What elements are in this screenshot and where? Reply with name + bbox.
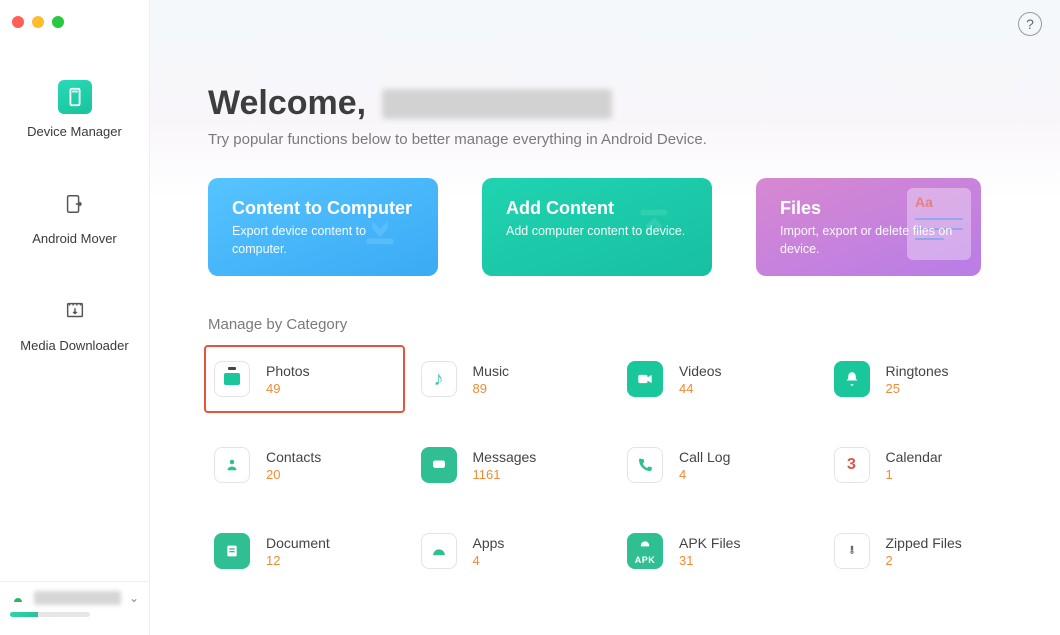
card-desc: Export device content to computer. <box>232 223 420 258</box>
section-title: Manage by Category <box>208 316 1030 333</box>
category-label: Music <box>473 363 510 379</box>
sidebar: Device Manager Android Mover Media Downl… <box>0 0 150 635</box>
device-name <box>34 591 121 605</box>
category-count: 31 <box>679 553 740 568</box>
category-count: 89 <box>473 381 510 396</box>
category-label: Document <box>266 535 330 551</box>
device-owner-name <box>382 89 612 119</box>
help-button[interactable]: ? <box>1018 12 1042 36</box>
messages-icon <box>421 447 457 483</box>
category-label: Call Log <box>679 449 730 465</box>
category-calendar[interactable]: 3 Calendar 1 <box>828 441 1021 489</box>
category-count: 49 <box>266 381 310 396</box>
photos-icon <box>214 361 250 397</box>
phone-icon <box>627 447 663 483</box>
sidebar-item-label: Android Mover <box>32 231 117 246</box>
calendar-icon: 3 <box>834 447 870 483</box>
android-icon <box>10 590 26 606</box>
category-count: 4 <box>679 467 730 482</box>
category-messages[interactable]: Messages 1161 <box>415 441 608 489</box>
sidebar-item-android-mover[interactable]: Android Mover <box>32 187 117 246</box>
category-label: Contacts <box>266 449 321 465</box>
sidebar-item-media-downloader[interactable]: Media Downloader <box>20 294 128 353</box>
bell-icon <box>834 361 870 397</box>
quick-actions: Content to Computer Export device conten… <box>208 178 1030 276</box>
zip-icon <box>834 533 870 569</box>
sidebar-item-label: Media Downloader <box>20 338 128 353</box>
welcome-header: Welcome, Try popular functions below to … <box>208 0 1030 148</box>
category-count: 1 <box>886 467 943 482</box>
document-icon <box>214 533 250 569</box>
music-icon: ♪ <box>421 361 457 397</box>
category-call-log[interactable]: Call Log 4 <box>621 441 814 489</box>
category-label: Ringtones <box>886 363 949 379</box>
minimize-window-button[interactable] <box>32 16 44 28</box>
category-label: APK Files <box>679 535 740 551</box>
category-zipped-files[interactable]: Zipped Files 2 <box>828 527 1021 575</box>
card-files[interactable]: Aa Files Import, export or delete files … <box>756 178 981 276</box>
category-count: 20 <box>266 467 321 482</box>
welcome-subtitle: Try popular functions below to better ma… <box>208 131 1030 148</box>
category-label: Apps <box>473 535 505 551</box>
mover-icon <box>57 187 91 221</box>
close-window-button[interactable] <box>12 16 24 28</box>
category-apps[interactable]: Apps 4 <box>415 527 608 575</box>
category-count: 2 <box>886 553 962 568</box>
apk-icon: APK <box>627 533 663 569</box>
card-desc: Add computer content to device. <box>506 223 694 241</box>
category-contacts[interactable]: Contacts 20 <box>208 441 401 489</box>
category-ringtones[interactable]: Ringtones 25 <box>828 355 1021 403</box>
maximize-window-button[interactable] <box>52 16 64 28</box>
phone-icon <box>58 80 92 114</box>
category-count: 4 <box>473 553 505 568</box>
category-count: 44 <box>679 381 722 396</box>
category-grid: Photos 49 ♪ Music 89 Videos 44 <box>208 355 1030 575</box>
category-label: Photos <box>266 363 310 379</box>
device-selector[interactable]: ⌄ <box>0 581 149 635</box>
sidebar-items: Device Manager Android Mover Media Downl… <box>0 34 149 635</box>
category-label: Messages <box>473 449 537 465</box>
category-label: Zipped Files <box>886 535 962 551</box>
category-photos[interactable]: Photos 49 <box>204 345 405 413</box>
category-music[interactable]: ♪ Music 89 <box>415 355 608 403</box>
contacts-icon <box>214 447 250 483</box>
chevron-down-icon: ⌄ <box>129 591 139 605</box>
storage-bar <box>10 612 90 617</box>
welcome-title: Welcome, <box>208 84 366 123</box>
videos-icon <box>627 361 663 397</box>
android-icon <box>421 533 457 569</box>
card-add-content[interactable]: Add Content Add computer content to devi… <box>482 178 712 276</box>
category-count: 1161 <box>473 467 537 482</box>
category-videos[interactable]: Videos 44 <box>621 355 814 403</box>
apk-badge: APK <box>627 555 663 565</box>
category-apk-files[interactable]: APK APK Files 31 <box>621 527 814 575</box>
download-icon <box>58 294 92 328</box>
sidebar-item-device-manager[interactable]: Device Manager <box>27 80 122 139</box>
category-label: Videos <box>679 363 722 379</box>
card-desc: Import, export or delete files on device… <box>780 223 963 258</box>
main-content: ? Welcome, Try popular functions below t… <box>150 0 1060 635</box>
category-count: 12 <box>266 553 330 568</box>
window-controls <box>0 10 149 34</box>
category-label: Calendar <box>886 449 943 465</box>
card-content-to-computer[interactable]: Content to Computer Export device conten… <box>208 178 438 276</box>
sidebar-item-label: Device Manager <box>27 124 122 139</box>
category-document[interactable]: Document 12 <box>208 527 401 575</box>
category-count: 25 <box>886 381 949 396</box>
